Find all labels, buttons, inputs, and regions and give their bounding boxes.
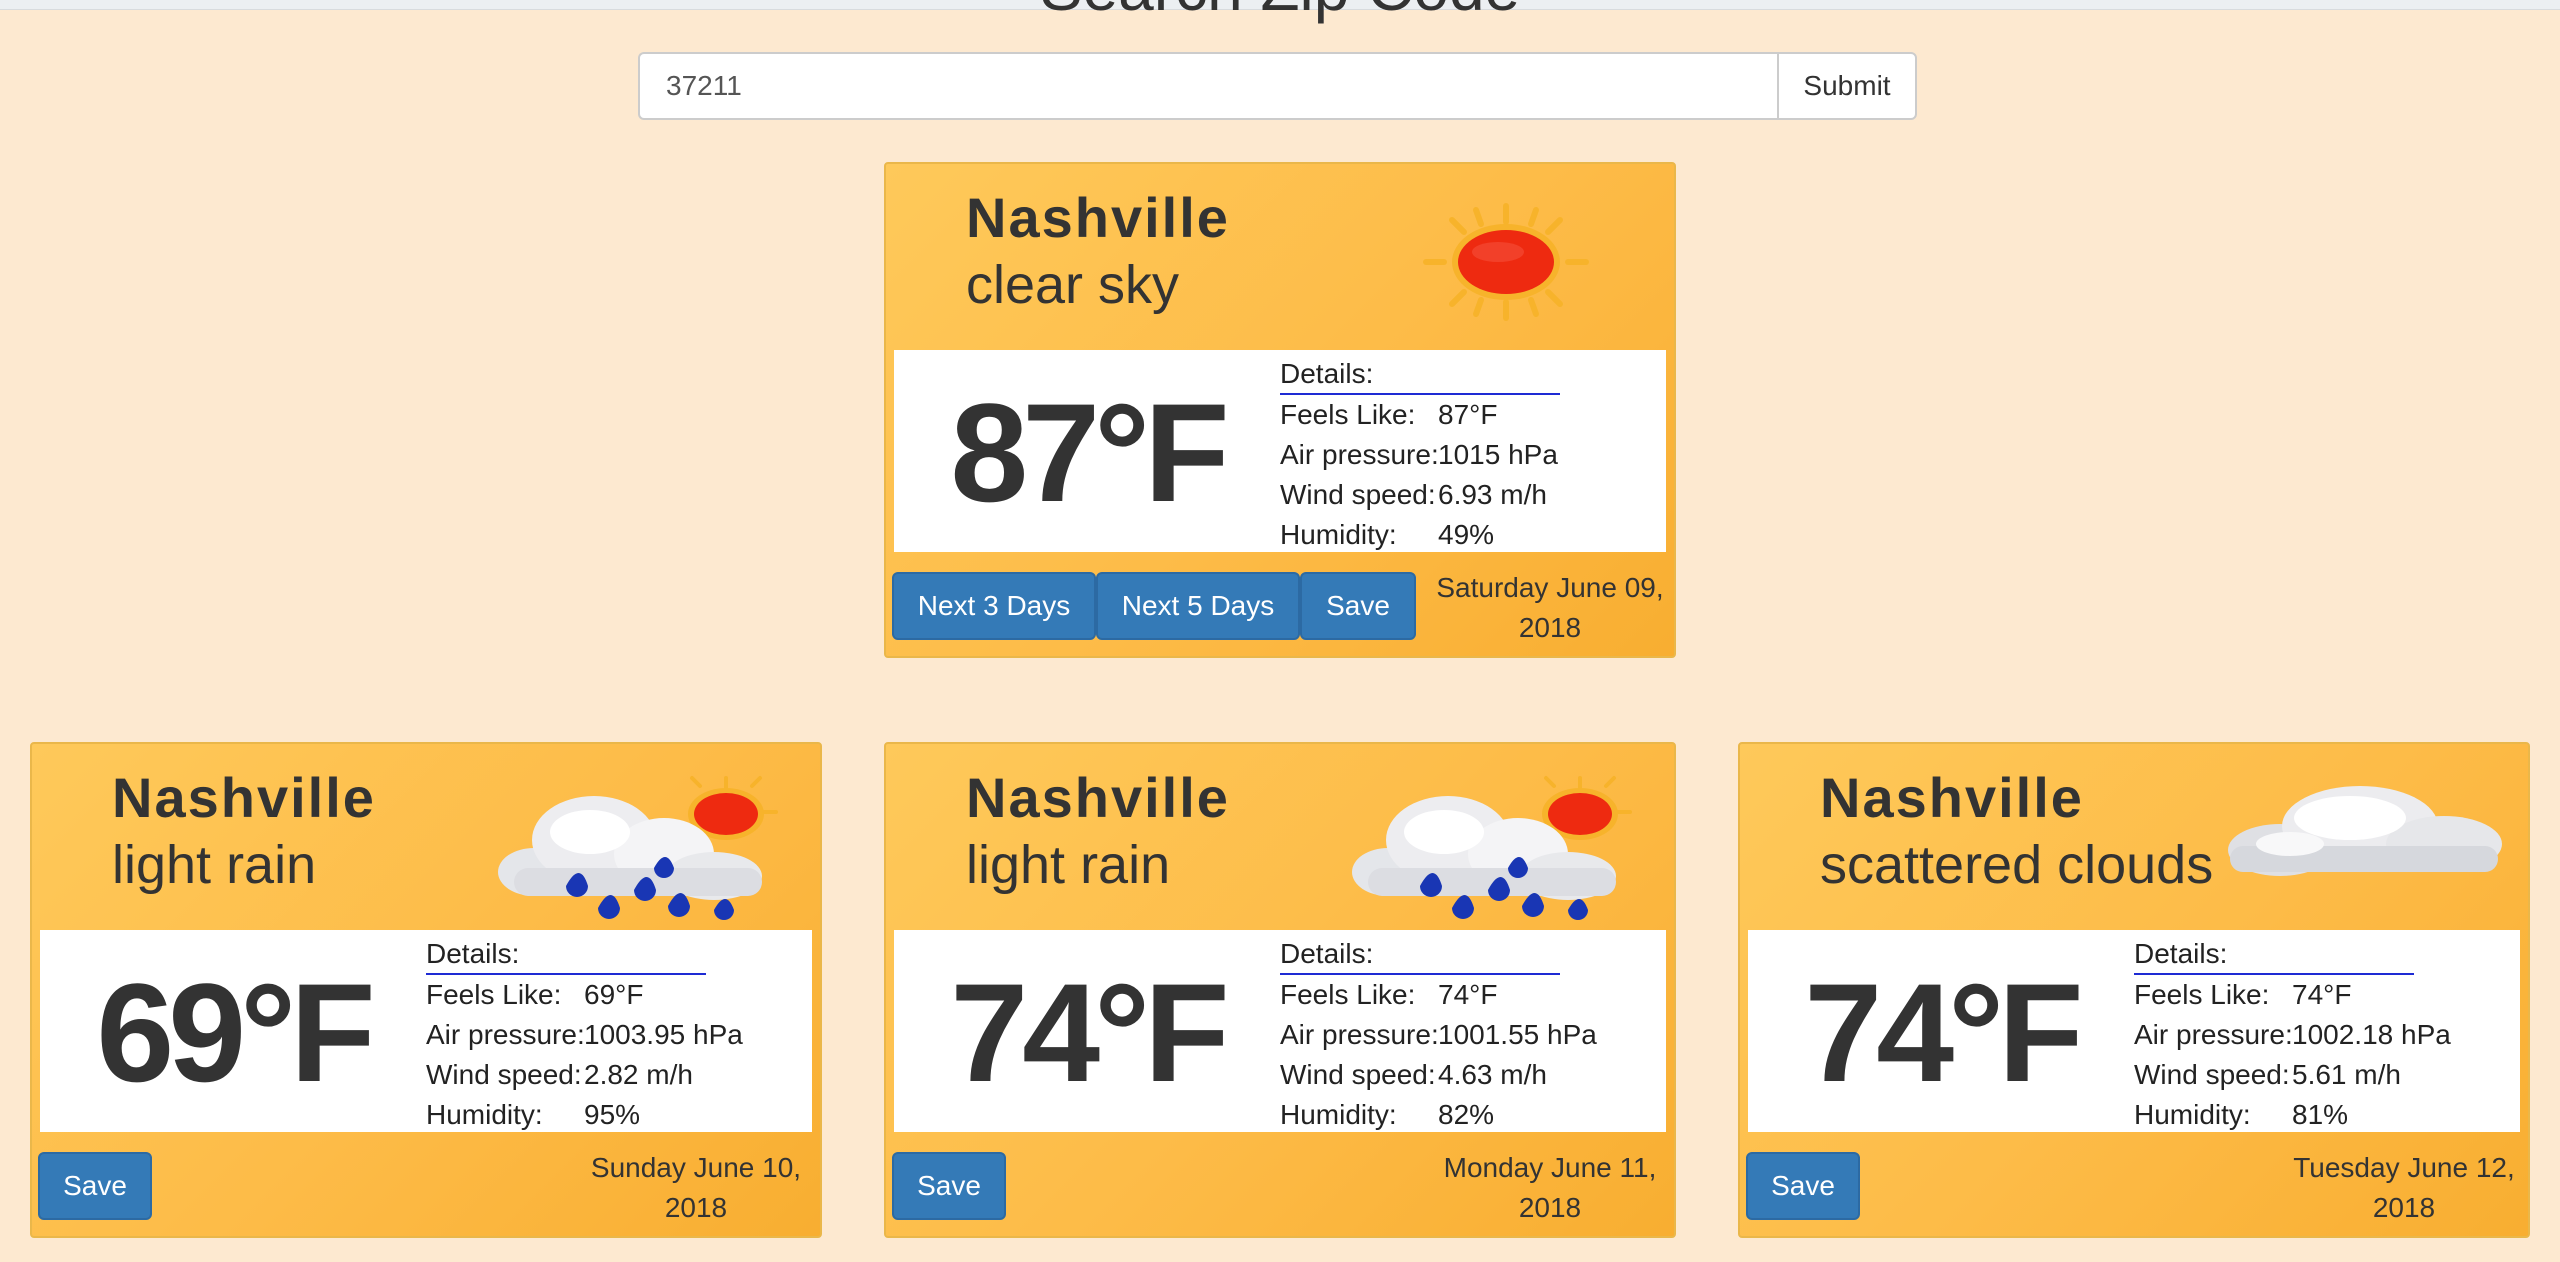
city-name: Nashville [966,186,1230,249]
next-3-days-button[interactable]: Next 3 Days [892,572,1096,640]
details-heading: Details: [1280,935,1560,975]
air-pressure-row: Air pressure: 1003.95 hPa [426,1015,743,1055]
zip-code-input[interactable] [638,52,1777,120]
forecast-card: Nashville scattered clouds 74°F Details:… [1738,742,2530,1238]
feels-like-row: Feels Like: 87°F [1280,395,1560,435]
rain-icon [1352,776,1632,920]
weather-description: light rain [966,835,1171,895]
wind-speed-label: Wind speed: [1280,1059,1436,1090]
weather-description: clear sky [966,255,1180,315]
wind-speed-row: Wind speed: 4.63 m/h [1280,1055,1597,1095]
air-pressure-row: Air pressure: 1002.18 hPa [2134,1015,2451,1055]
air-pressure-value: 1002.18 hPa [2292,1019,2451,1050]
weather-body: 87°F Details: Feels Like: 87°F Air pressu… [894,350,1666,552]
city-name: Nashville [112,766,376,829]
air-pressure-label: Air pressure: [1280,1019,1439,1050]
humidity-row: Humidity: 82% [1280,1095,1597,1135]
temperature: 74°F [950,954,1229,1111]
temperature: 69°F [96,954,375,1111]
wind-speed-row: Wind speed: 6.93 m/h [1280,475,1560,515]
details-heading: Details: [1280,355,1560,395]
humidity-label: Humidity: [426,1099,543,1130]
humidity-row: Humidity: 49% [1280,515,1560,555]
details-panel: Details: Feels Like: 74°F Air pressure: 10… [2134,934,2451,1135]
feels-like-label: Feels Like: [2134,979,2270,1010]
forecast-date: Sunday June 10, 2018 [590,1152,802,1223]
humidity-label: Humidity: [1280,1099,1397,1130]
weather-description: scattered clouds [1820,835,2214,895]
city-name: Nashville [1820,766,2084,829]
humidity-label: Humidity: [1280,519,1397,550]
humidity-label: Humidity: [2134,1099,2251,1130]
next-5-days-button[interactable]: Next 5 Days [1096,572,1300,640]
feels-like-row: Feels Like: 74°F [1280,975,1597,1015]
forecast-date: Saturday June 09, 2018 [1436,572,1664,643]
weather-body: 74°F Details: Feels Like: 74°F Air pressu… [894,930,1666,1132]
forecast-date: Monday June 11, 2018 [1443,1152,1657,1223]
air-pressure-row: Air pressure: 1001.55 hPa [1280,1015,1597,1055]
air-pressure-value: 1001.55 hPa [1438,1019,1597,1050]
feels-like-row: Feels Like: 74°F [2134,975,2451,1015]
forecast-card: Nashville light rain 74°F Details: Feels… [884,742,1676,1238]
feels-like-value: 69°F [584,979,644,1010]
wind-speed-label: Wind speed: [1280,479,1436,510]
sun-icon [1423,203,1589,321]
search-form: Submit [638,52,1917,120]
cloud-icon [2228,786,2502,876]
details-panel: Details: Feels Like: 69°F Air pressure: 10… [426,934,743,1135]
feels-like-value: 87°F [1438,399,1498,430]
humidity-row: Humidity: 95% [426,1095,743,1135]
humidity-value: 49% [1438,519,1495,550]
current-weather-card: Nashville clear sky 87°F Details: Feels … [884,162,1676,658]
page-title: Search Zip Code [0,0,2560,28]
save-button[interactable]: Save [1746,1152,1860,1220]
feels-like-label: Feels Like: [426,979,562,1010]
forecast-date: Tuesday June 12, 2018 [2293,1152,2515,1223]
wind-speed-label: Wind speed: [426,1059,582,1090]
air-pressure-label: Air pressure: [426,1019,585,1050]
wind-speed-value: 4.63 m/h [1438,1059,1547,1090]
feels-like-value: 74°F [1438,979,1498,1010]
wind-speed-row: Wind speed: 2.82 m/h [426,1055,743,1095]
air-pressure-value: 1015 hPa [1438,439,1558,470]
save-button[interactable]: Save [38,1152,152,1220]
air-pressure-value: 1003.95 hPa [584,1019,743,1050]
weather-description: light rain [112,835,317,895]
air-pressure-label: Air pressure: [2134,1019,2293,1050]
temperature: 87°F [950,374,1229,531]
weather-body: 69°F Details: Feels Like: 69°F Air pressu… [40,930,812,1132]
details-panel: Details: Feels Like: 87°F Air pressure: 10… [1280,354,1560,555]
wind-speed-value: 2.82 m/h [584,1059,693,1090]
air-pressure-label: Air pressure: [1280,439,1439,470]
humidity-value: 95% [584,1099,641,1130]
temperature: 74°F [1804,954,2083,1111]
humidity-value: 82% [1438,1099,1495,1130]
save-button[interactable]: Save [1300,572,1416,640]
details-heading: Details: [426,935,706,975]
weather-body: 74°F Details: Feels Like: 74°F Air pressu… [1748,930,2520,1132]
feels-like-label: Feels Like: [1280,399,1416,430]
details-panel: Details: Feels Like: 74°F Air pressure: 10… [1280,934,1597,1135]
feels-like-row: Feels Like: 69°F [426,975,743,1015]
submit-button[interactable]: Submit [1777,52,1917,120]
wind-speed-value: 6.93 m/h [1438,479,1547,510]
forecast-card: Nashville light rain 69°F Details: Feels… [30,742,822,1238]
wind-speed-label: Wind speed: [2134,1059,2290,1090]
rain-icon [498,776,778,920]
feels-like-value: 74°F [2292,979,2352,1010]
humidity-value: 81% [2292,1099,2349,1130]
wind-speed-row: Wind speed: 5.61 m/h [2134,1055,2451,1095]
air-pressure-row: Air pressure: 1015 hPa [1280,435,1560,475]
city-name: Nashville [966,766,1230,829]
feels-like-label: Feels Like: [1280,979,1416,1010]
wind-speed-value: 5.61 m/h [2292,1059,2401,1090]
save-button[interactable]: Save [892,1152,1006,1220]
humidity-row: Humidity: 81% [2134,1095,2451,1135]
details-heading: Details: [2134,935,2414,975]
